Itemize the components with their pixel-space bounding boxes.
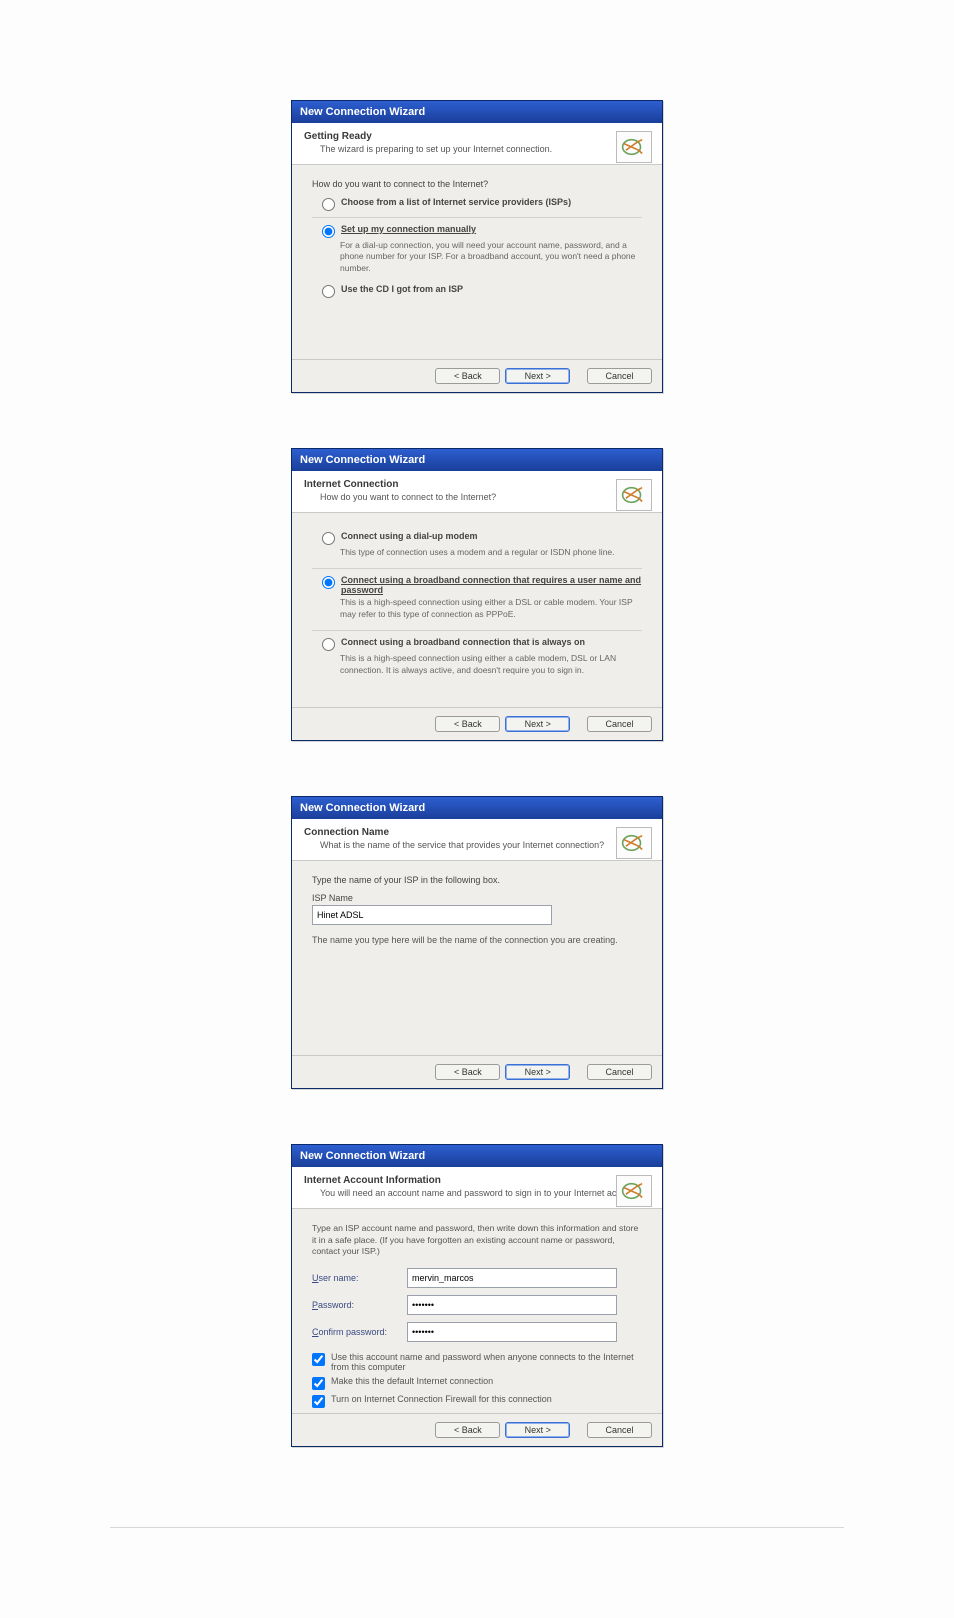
cancel-button[interactable]: Cancel <box>587 1064 652 1080</box>
header-subtitle: The wizard is preparing to set up your I… <box>320 144 650 154</box>
window-title: New Connection Wizard <box>292 797 662 819</box>
chk-use-for-anyone[interactable] <box>312 1353 325 1366</box>
wizard-getting-ready: New Connection Wizard Getting Ready The … <box>291 100 663 393</box>
wizard-footer: < Back Next > Cancel <box>292 1055 662 1088</box>
header-title: Internet Connection <box>304 479 650 490</box>
confirm-password-input[interactable] <box>407 1322 617 1342</box>
separator <box>312 568 642 569</box>
wizard-body: How do you want to connect to the Intern… <box>292 165 662 359</box>
window-title: New Connection Wizard <box>292 101 662 123</box>
radio-label-dialup-modem[interactable]: Connect using a dial-up modem <box>341 531 478 541</box>
next-button[interactable]: Next > <box>505 1422 570 1438</box>
wizard-footer: < Back Next > Cancel <box>292 359 662 392</box>
wizard-icon <box>616 827 652 859</box>
radio-desc-broadband-userpass: This is a high-speed connection using ei… <box>340 597 642 620</box>
back-button[interactable]: < Back <box>435 1064 500 1080</box>
note-text: The name you type here will be the name … <box>312 935 642 945</box>
radio-dialup-modem[interactable] <box>322 532 335 545</box>
separator <box>312 217 642 218</box>
header-title: Getting Ready <box>304 131 650 142</box>
cancel-button[interactable]: Cancel <box>587 368 652 384</box>
prompt-text: Type the name of your ISP in the followi… <box>312 875 642 885</box>
wizard-body: Type the name of your ISP in the followi… <box>292 861 662 1055</box>
intro-text: Type an ISP account name and password, t… <box>312 1223 642 1258</box>
radio-desc-setup-manually: For a dial-up connection, you will need … <box>340 240 642 274</box>
header-subtitle: How do you want to connect to the Intern… <box>320 492 650 502</box>
header-title: Internet Account Information <box>304 1175 650 1186</box>
chk-make-default[interactable] <box>312 1377 325 1390</box>
wizard-icon <box>616 479 652 511</box>
cancel-button[interactable]: Cancel <box>587 1422 652 1438</box>
wizard-footer: < Back Next > Cancel <box>292 707 662 740</box>
question-text: How do you want to connect to the Intern… <box>312 179 642 189</box>
radio-choose-isp-list[interactable] <box>322 198 335 211</box>
radio-label-broadband-userpass[interactable]: Connect using a broadband connection tha… <box>341 575 642 595</box>
password-label: Password: <box>312 1300 407 1310</box>
username-label: UUser name:ser name: <box>312 1273 407 1283</box>
isp-name-label: ISP Name <box>312 893 642 903</box>
wizard-header: Internet Connection How do you want to c… <box>292 471 662 513</box>
wizard-icon <box>616 131 652 163</box>
back-button[interactable]: < Back <box>435 368 500 384</box>
wizard-body: Type an ISP account name and password, t… <box>292 1209 662 1413</box>
password-input[interactable] <box>407 1295 617 1315</box>
wizard-body: Connect using a dial-up modem This type … <box>292 513 662 707</box>
radio-label-use-cd[interactable]: Use the CD I got from an ISP <box>341 284 463 294</box>
wizard-header: Connection Name What is the name of the … <box>292 819 662 861</box>
isp-name-input[interactable] <box>312 905 552 925</box>
wizard-icon <box>616 1175 652 1207</box>
radio-broadband-always-on[interactable] <box>322 638 335 651</box>
header-subtitle: You will need an account name and passwo… <box>320 1188 650 1198</box>
radio-desc-dialup: This type of connection uses a modem and… <box>340 547 642 558</box>
radio-desc-broadband-always-on: This is a high-speed connection using ei… <box>340 653 642 676</box>
radio-label-choose-isp-list[interactable]: Choose from a list of Internet service p… <box>341 197 571 207</box>
chk-label-make-default[interactable]: Make this the default Internet connectio… <box>331 1376 493 1386</box>
back-button[interactable]: < Back <box>435 1422 500 1438</box>
wizard-account-information: New Connection Wizard Internet Account I… <box>291 1144 663 1447</box>
next-button[interactable]: Next > <box>505 1064 570 1080</box>
chk-label-firewall[interactable]: Turn on Internet Connection Firewall for… <box>331 1394 552 1404</box>
cancel-button[interactable]: Cancel <box>587 716 652 732</box>
username-input[interactable] <box>407 1268 617 1288</box>
next-button[interactable]: Next > <box>505 716 570 732</box>
radio-setup-manually[interactable] <box>322 225 335 238</box>
radio-label-setup-manually[interactable]: Set up my connection manually <box>341 224 476 234</box>
wizard-header: Getting Ready The wizard is preparing to… <box>292 123 662 165</box>
window-title: New Connection Wizard <box>292 449 662 471</box>
wizard-header: Internet Account Information You will ne… <box>292 1167 662 1209</box>
back-button[interactable]: < Back <box>435 716 500 732</box>
next-button[interactable]: Next > <box>505 368 570 384</box>
wizard-connection-name: New Connection Wizard Connection Name Wh… <box>291 796 663 1089</box>
wizard-footer: < Back Next > Cancel <box>292 1413 662 1446</box>
radio-label-broadband-always-on[interactable]: Connect using a broadband connection tha… <box>341 637 585 647</box>
separator <box>312 630 642 631</box>
header-subtitle: What is the name of the service that pro… <box>320 840 650 850</box>
radio-broadband-userpass[interactable] <box>322 576 335 589</box>
header-title: Connection Name <box>304 827 650 838</box>
page-divider <box>110 1527 844 1528</box>
window-title: New Connection Wizard <box>292 1145 662 1167</box>
confirm-password-label: Confirm password: <box>312 1327 407 1337</box>
chk-firewall[interactable] <box>312 1395 325 1408</box>
wizard-internet-connection: New Connection Wizard Internet Connectio… <box>291 448 663 741</box>
radio-use-cd[interactable] <box>322 285 335 298</box>
chk-label-use-for-anyone[interactable]: Use this account name and password when … <box>331 1352 642 1372</box>
